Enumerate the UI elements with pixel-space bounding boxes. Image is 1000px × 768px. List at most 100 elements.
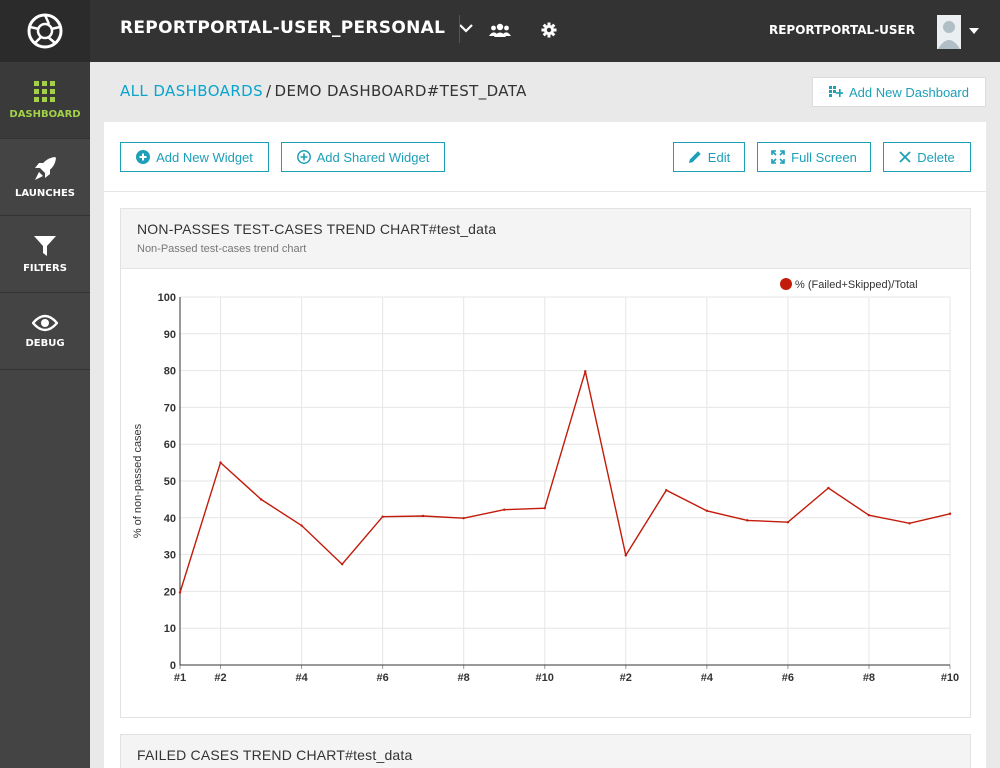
gear-icon[interactable]	[537, 18, 561, 42]
top-bar: REPORTPORTAL-USER_PERSONAL REPORTPORTAL-…	[0, 0, 1000, 62]
eye-icon	[32, 314, 58, 331]
x-tick-label: #6	[377, 672, 389, 684]
user-avatar-icon	[937, 15, 961, 49]
y-tick-label: 80	[164, 366, 176, 378]
pencil-icon	[688, 151, 701, 163]
dashboard-panel: Add New Widget Add Shared Widget Edit Fu…	[104, 122, 986, 768]
grid-icon	[34, 80, 55, 102]
breadcrumb-separator: /	[266, 82, 272, 100]
data-point	[219, 461, 222, 464]
plus-circle-filled-icon	[136, 150, 151, 164]
y-axis-label: % of non-passed cases	[132, 423, 144, 538]
delete-button[interactable]: Delete	[883, 142, 971, 172]
sidebar-item-dashboard[interactable]: DASHBOARD	[0, 62, 90, 139]
data-point	[624, 554, 627, 557]
sidebar-item-launches[interactable]: LAUNCHES	[0, 139, 90, 216]
legend-label: % (Failed+Skipped)/Total	[795, 279, 918, 291]
data-point	[746, 519, 749, 522]
widget-description: Non-Passed test-cases trend chart	[137, 243, 307, 255]
caret-down-icon[interactable]	[969, 28, 979, 34]
data-point	[908, 522, 911, 525]
x-tick-label: #2	[214, 672, 226, 684]
add-dashboard-icon	[829, 86, 844, 97]
widget-failed-cases-trend: FAILED CASES TREND CHART#test_data	[120, 734, 971, 768]
data-point	[259, 498, 263, 501]
user-name[interactable]: REPORTPORTAL-USER	[769, 23, 915, 37]
data-point	[543, 507, 546, 510]
data-point	[462, 516, 465, 520]
x-tick-label: #8	[863, 672, 875, 684]
project-name: REPORTPORTAL-USER_PERSONAL	[120, 18, 446, 38]
y-tick-label: 90	[164, 329, 176, 341]
breadcrumb: ALL DASHBOARDS / DEMO DASHBOARD#TEST_DAT…	[120, 82, 527, 100]
x-tick-label: #10	[941, 672, 959, 684]
delete-label: Delete	[917, 149, 955, 165]
x-tick-label: #2	[620, 672, 632, 684]
breadcrumb-current: DEMO DASHBOARD#TEST_DATA	[274, 82, 527, 100]
fullscreen-icon	[771, 150, 785, 164]
widget-header[interactable]: NON-PASSES TEST-CASES TREND CHART#test_d…	[121, 209, 970, 269]
edit-button[interactable]: Edit	[673, 142, 745, 172]
sidebar-item-label: DEBUG	[25, 337, 65, 349]
rocket-icon	[35, 156, 56, 180]
sidebar-item-debug[interactable]: DEBUG	[0, 293, 90, 370]
full-screen-label: Full Screen	[791, 149, 857, 165]
data-point	[948, 512, 952, 515]
y-tick-label: 30	[164, 550, 176, 562]
close-icon	[899, 151, 911, 163]
breadcrumb-all-dashboards[interactable]: ALL DASHBOARDS	[120, 82, 263, 100]
add-new-widget-label: Add New Widget	[156, 149, 253, 165]
edit-label: Edit	[707, 149, 731, 165]
add-shared-widget-label: Add Shared Widget	[316, 149, 430, 165]
data-point	[867, 514, 871, 517]
data-point	[584, 370, 587, 373]
data-point	[178, 591, 182, 594]
widget-non-passed-trend: NON-PASSES TEST-CASES TREND CHART#test_d…	[120, 208, 971, 718]
trend-line-chart: 0 10 20 30 40 50 60 70 80 90 100 #1 #2 #4 #6 #8 #10 #2 #4 #…	[132, 278, 959, 684]
x-tick-label: #4	[295, 672, 308, 684]
add-new-dashboard-button[interactable]: Add New Dashboard	[812, 77, 986, 107]
legend-marker	[780, 278, 792, 290]
data-point	[665, 489, 668, 492]
series-line	[179, 371, 951, 593]
add-new-dashboard-label: Add New Dashboard	[849, 84, 969, 100]
filter-icon	[34, 235, 56, 256]
widget-title: FAILED CASES TREND CHART#test_data	[137, 747, 413, 763]
x-tick-label: #4	[701, 672, 714, 684]
divider	[459, 15, 460, 43]
y-tick-label: 10	[164, 623, 176, 635]
x-tick-label: #6	[782, 672, 794, 684]
project-selector[interactable]: REPORTPORTAL-USER_PERSONAL	[120, 18, 474, 38]
sidebar-item-filters[interactable]: FILTERS	[0, 216, 90, 293]
avatar[interactable]	[937, 15, 961, 49]
x-tick-label: #8	[458, 672, 470, 684]
chevron-down-icon	[459, 24, 474, 33]
add-shared-widget-button[interactable]: Add Shared Widget	[281, 142, 445, 172]
sidebar-item-label: FILTERS	[23, 262, 67, 274]
widget-header[interactable]: FAILED CASES TREND CHART#test_data	[121, 735, 970, 768]
plus-circle-outline-icon	[296, 150, 311, 164]
x-tick-label: #1	[174, 672, 186, 684]
y-tick-label: 70	[164, 402, 176, 414]
y-tick-label: 20	[164, 586, 176, 598]
data-point	[340, 562, 344, 566]
add-new-widget-button[interactable]: Add New Widget	[120, 142, 269, 172]
x-tick-label: #10	[536, 672, 554, 684]
sidebar-item-label: LAUNCHES	[14, 187, 76, 199]
y-tick-label: 40	[164, 513, 176, 525]
data-point	[421, 514, 425, 518]
widget-title: NON-PASSES TEST-CASES TREND CHART#test_d…	[137, 221, 497, 237]
y-tick-label: 50	[164, 476, 176, 488]
app-logo[interactable]	[0, 0, 90, 62]
dashboard-toolbar: Add New Widget Add Shared Widget Edit Fu…	[104, 122, 986, 192]
sidebar: DASHBOARD LAUNCHES FILTERS DEBUG	[0, 62, 90, 768]
data-point	[705, 509, 709, 513]
data-point	[827, 486, 830, 490]
y-tick-label: 60	[164, 439, 176, 451]
y-tick-label: 0	[170, 660, 176, 672]
members-icon[interactable]	[488, 18, 512, 42]
sidebar-item-label: DASHBOARD	[9, 108, 81, 120]
aperture-logo-icon	[27, 13, 63, 49]
full-screen-button[interactable]: Full Screen	[757, 142, 871, 172]
data-point	[786, 521, 790, 524]
